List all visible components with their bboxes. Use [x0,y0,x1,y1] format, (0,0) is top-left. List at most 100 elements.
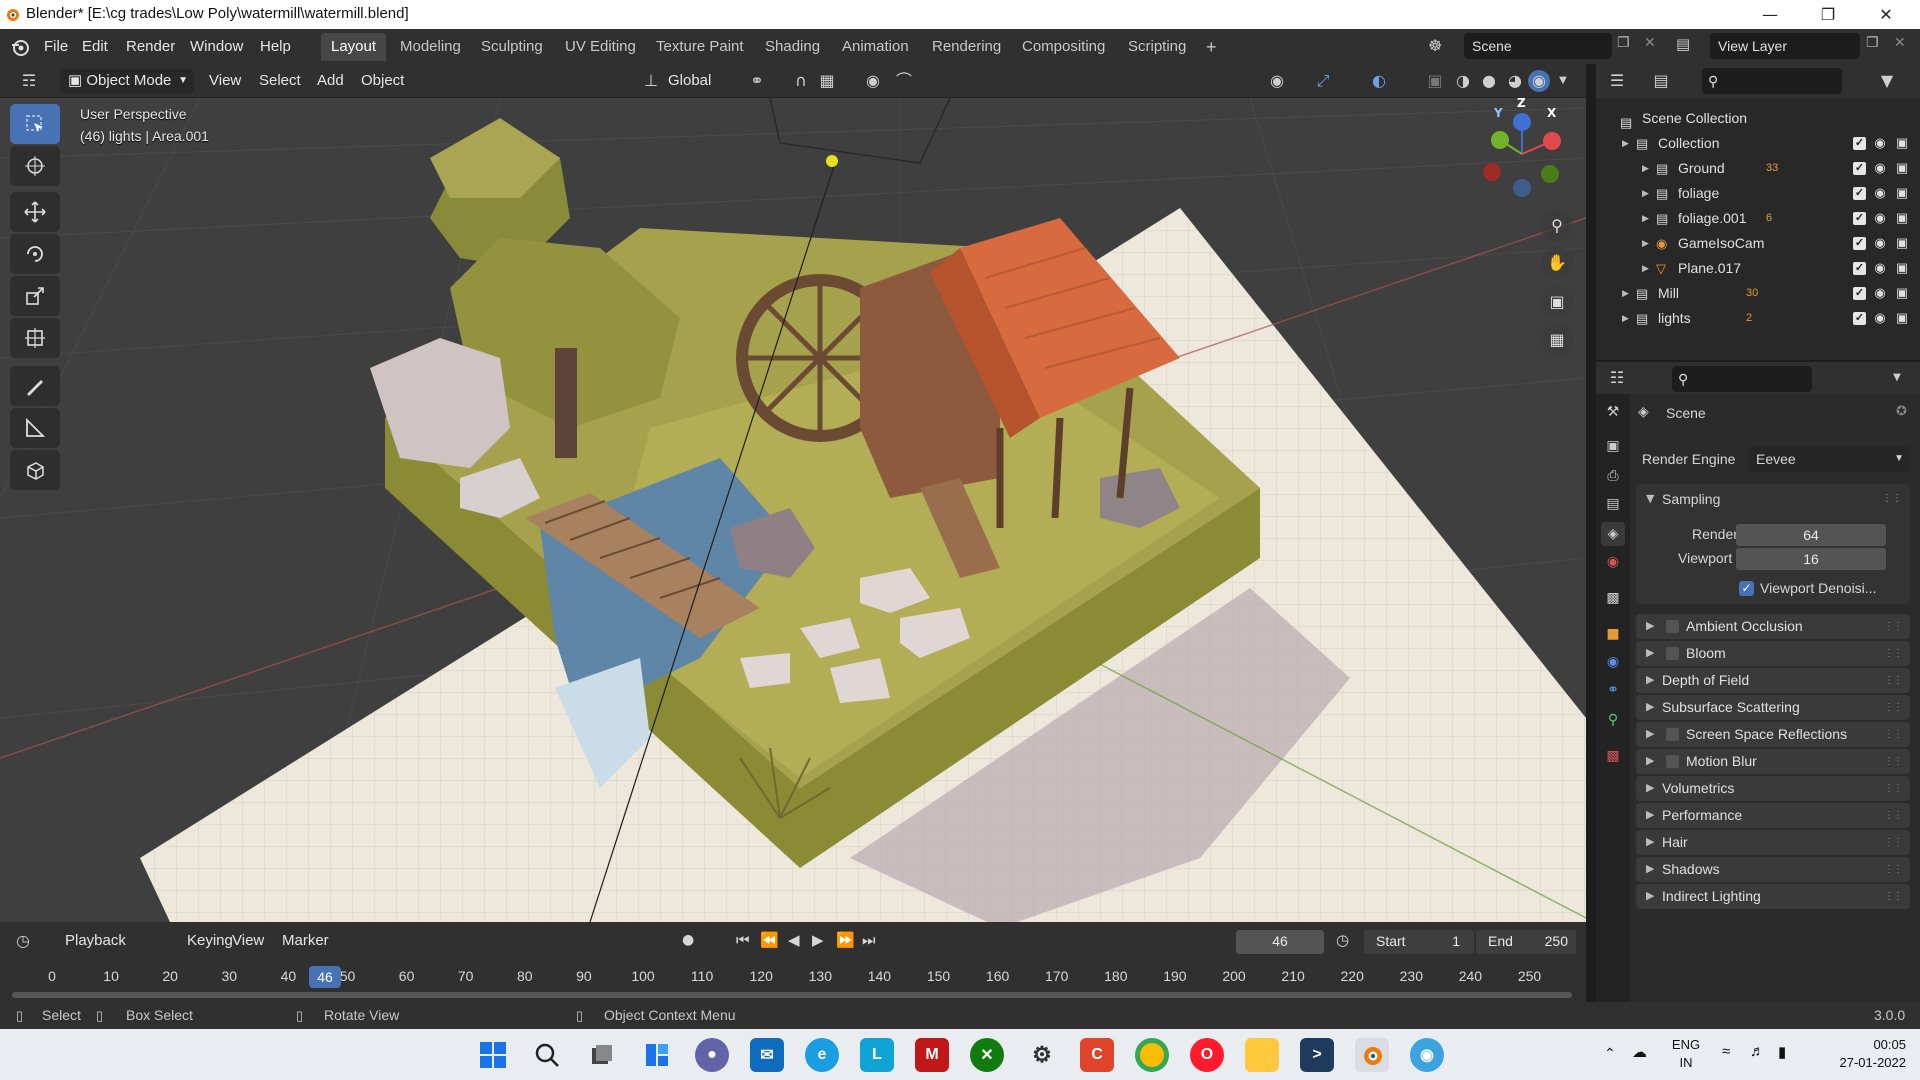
zoom-icon[interactable]: ⚲ [1541,210,1573,242]
eye-icon[interactable]: ◉ [1871,309,1889,327]
eye-icon[interactable]: ◉ [1871,159,1889,177]
panel-indirect-lighting[interactable]: ▶ Indirect Lighting ⋮⋮ [1636,884,1910,909]
exclude-checkbox[interactable]: ✓ [1853,187,1866,200]
exclude-checkbox[interactable]: ✓ [1853,237,1866,250]
scene-name-field[interactable]: Scene [1464,33,1612,59]
sampling-header[interactable]: ▼ Sampling ⋮⋮ [1636,484,1910,514]
menu-help[interactable]: Help [260,29,291,64]
expand-arrow-icon[interactable]: ▶ [1642,181,1649,206]
falloff-icon[interactable]: ⌒ [893,70,915,92]
play-reverse-icon[interactable]: ◀ [788,931,800,949]
blender-icon[interactable] [1355,1038,1389,1072]
tab-sculpting[interactable]: Sculpting [471,33,553,61]
play-icon[interactable]: ▶ [812,931,824,949]
search-icon[interactable] [530,1038,564,1072]
constraints-tab-icon[interactable]: ⚭ [1601,678,1625,702]
render-camera-icon[interactable]: ▣ [1893,184,1911,202]
tab-animation[interactable]: Animation [832,33,919,61]
outliner-editor-type-icon[interactable]: ☰ [1606,70,1628,92]
mode-dropdown[interactable]: ▣ Object Mode ▼ [60,69,194,93]
xbox-icon[interactable]: ✕ [970,1038,1004,1072]
render-engine-dropdown[interactable]: Eevee ▼ [1748,446,1910,472]
scene-tab-icon[interactable]: ◈ [1601,522,1625,546]
outliner-row[interactable]: ▶ ▤ Collection ✓ ◉ ▣ [1596,131,1920,156]
render-camera-icon[interactable]: ▣ [1893,134,1911,152]
eye-icon[interactable]: ◉ [1871,259,1889,277]
timeline-scrollbar[interactable] [12,992,1572,998]
panel-shadows[interactable]: ▶ Shadows ⋮⋮ [1636,857,1910,882]
panel-depth-of-field[interactable]: ▶ Depth of Field ⋮⋮ [1636,668,1910,693]
tab-scripting[interactable]: Scripting [1118,33,1196,61]
solid-shading-icon[interactable]: ● [1478,70,1500,92]
outliner-row[interactable]: ▶ ▽ Plane.017 ✓ ◉ ▣ [1596,256,1920,281]
render-tab-icon[interactable]: ▣ [1601,434,1625,458]
viewport-samples-field[interactable]: 16 [1736,548,1886,570]
new-scene-icon[interactable]: ❐ [1617,35,1630,51]
object-tab-icon[interactable]: ■ [1601,622,1625,646]
editor-type-icon[interactable]: ☶ [18,70,40,92]
delete-scene-icon[interactable]: ✕ [1644,35,1656,51]
expand-arrow-icon[interactable]: ▶ [1642,256,1649,281]
tray-chevron-icon[interactable]: ⌃ [1604,1045,1616,1062]
expand-arrow-icon[interactable]: ▶ [1642,206,1649,231]
annotate-icon[interactable] [10,366,60,406]
tool-tab-icon[interactable]: ⚒ [1601,400,1625,424]
collection-tab-icon[interactable]: ▩ [1601,586,1625,610]
filter-icon[interactable]: ▼ [1876,70,1898,92]
opera-icon[interactable]: O [1190,1038,1224,1072]
outliner-row[interactable]: ▶ ▤ foliage ✓ ◉ ▣ [1596,181,1920,206]
timeline-menu-playback[interactable]: Playback [65,922,126,960]
tab-uv-editing[interactable]: UV Editing [555,33,646,61]
rotate-icon[interactable] [10,234,60,274]
teams-chat-icon[interactable]: ● [695,1038,729,1072]
pin-icon[interactable]: ✪ [1896,404,1907,419]
area-divider[interactable] [1586,64,1596,1002]
render-camera-icon[interactable]: ▣ [1893,209,1911,227]
panel-performance[interactable]: ▶ Performance ⋮⋮ [1636,803,1910,828]
snap-target-icon[interactable]: ▦ [816,70,838,92]
render-camera-icon[interactable]: ▣ [1893,234,1911,252]
move-icon[interactable] [10,192,60,232]
grid-icon[interactable]: ▦ [1541,324,1573,356]
c-app-icon[interactable]: C [1080,1038,1114,1072]
eye-icon[interactable]: ◉ [1871,284,1889,302]
panel-motion-blur[interactable]: ▶ Motion Blur ⋮⋮ [1636,749,1910,774]
drag-grip-icon[interactable]: ⋮⋮ [1884,614,1903,639]
properties-editor-type-icon[interactable]: ☷ [1606,367,1628,389]
viewport-menu-object[interactable]: Object [361,64,404,98]
volume-icon[interactable]: ♬ [1750,1043,1765,1060]
clock[interactable]: 00:05 27-01-2022 [1820,1036,1907,1072]
drag-grip-icon[interactable]: ⋮⋮ [1884,695,1903,720]
drag-grip-icon[interactable]: ⋮⋮ [1884,641,1903,666]
display-mode-icon[interactable]: ▤ [1650,70,1672,92]
panel-subsurface-scattering[interactable]: ▶ Subsurface Scattering ⋮⋮ [1636,695,1910,720]
earth-app-icon[interactable]: ◉ [1410,1038,1444,1072]
panel-enable-checkbox[interactable] [1666,647,1679,660]
windows-start-icon[interactable] [476,1038,510,1072]
file-explorer-icon[interactable] [1245,1038,1279,1072]
texture-tab-icon[interactable]: ▩ [1601,744,1625,768]
properties-options-icon[interactable]: ▼ [1886,367,1908,389]
timeline-menu-marker[interactable]: Marker [282,922,329,960]
tab-texture-paint[interactable]: Texture Paint [646,33,754,61]
outliner-row[interactable]: ▶ ▤ foliage.001 6 ✓ ◉ ▣ [1596,206,1920,231]
timeline-menu-keying[interactable]: Keying [187,922,233,960]
camera-icon[interactable]: ▣ [1541,286,1573,318]
tab-shading[interactable]: Shading [755,33,830,61]
data-tab-icon[interactable]: ⚲ [1601,708,1625,732]
physics-tab-icon[interactable]: ◉ [1601,650,1625,674]
language-indicator[interactable]: ENG IN [1666,1036,1706,1072]
exclude-checkbox[interactable]: ✓ [1853,212,1866,225]
playhead[interactable]: 46 [309,966,341,988]
proportional-edit-icon[interactable]: ◉ [862,70,884,92]
view-layer-field[interactable]: View Layer [1710,33,1860,59]
outliner-row[interactable]: ▶ ▤ Ground 33 ✓ ◉ ▣ [1596,156,1920,181]
panel-volumetrics[interactable]: ▶ Volumetrics ⋮⋮ [1636,776,1910,801]
exclude-checkbox[interactable]: ✓ [1853,162,1866,175]
delete-view-layer-icon[interactable]: ✕ [1894,35,1906,51]
drag-grip-icon[interactable]: ⋮⋮ [1882,484,1902,514]
orientation-dropdown[interactable]: Global [668,64,711,98]
eye-icon[interactable]: ◉ [1871,184,1889,202]
widgets-icon[interactable] [640,1038,674,1072]
menu-edit[interactable]: Edit [82,29,108,64]
